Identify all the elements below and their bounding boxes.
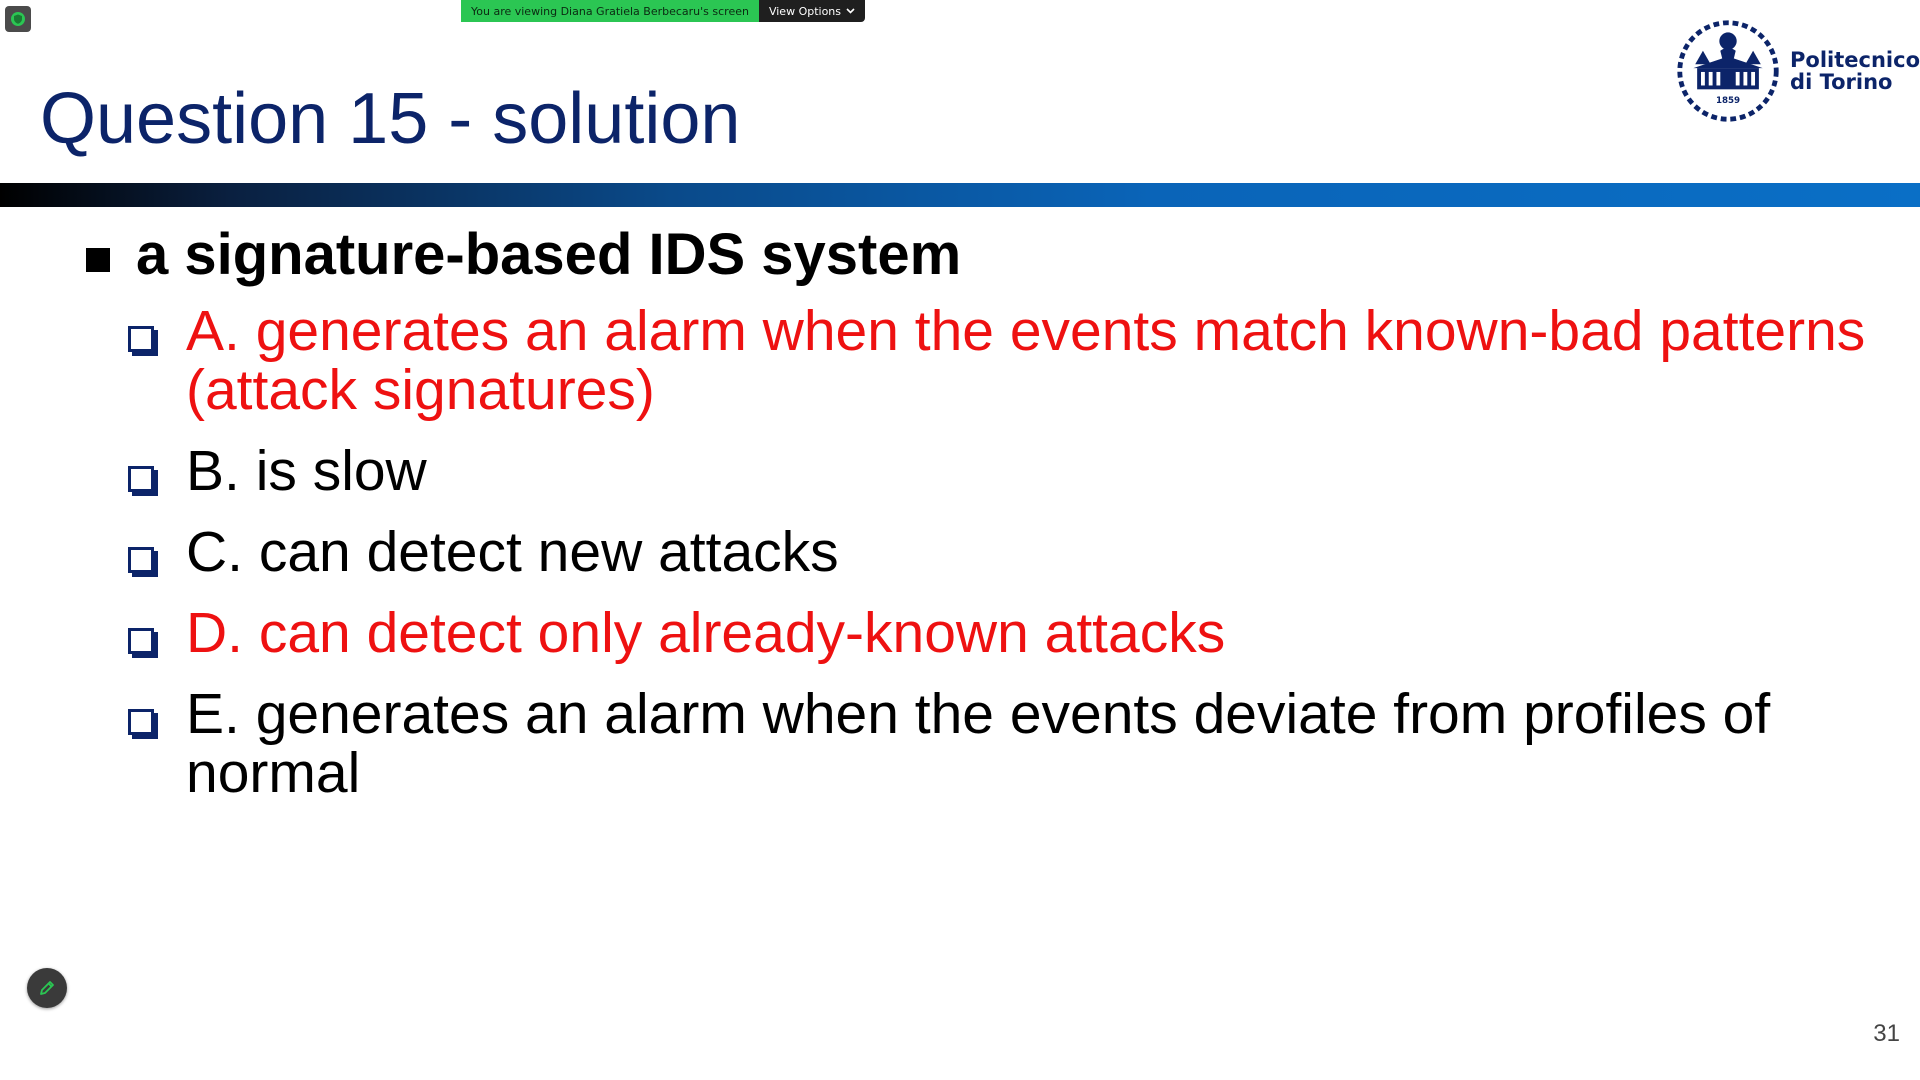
option-text: D. can detect only already-known attacks	[186, 601, 1226, 665]
logo-year: 1859	[1716, 96, 1740, 106]
checkbox-icon	[128, 326, 158, 356]
slide-title: Question 15 - solution	[40, 79, 741, 159]
annotate-button[interactable]	[27, 968, 67, 1008]
chevron-down-icon	[846, 8, 855, 14]
answer-option: D. can detect only already-known attacks	[128, 604, 1888, 663]
title-divider-bar	[0, 183, 1920, 207]
view-options-button[interactable]: View Options	[758, 0, 866, 22]
checkbox-icon	[128, 628, 158, 658]
checkbox-icon	[128, 709, 158, 739]
option-text: B. is slow	[186, 439, 427, 503]
checkbox-icon	[128, 547, 158, 577]
viewing-status-text: You are viewing Diana Gratiela Berbecaru…	[461, 0, 759, 22]
answer-option: B. is slow	[128, 442, 1888, 501]
option-text: C. can detect new attacks	[186, 520, 839, 584]
question-bullet: a signature-based IDS system	[86, 222, 961, 288]
question-text: a signature-based IDS system	[136, 222, 962, 287]
slide-page-number: 31	[1873, 1020, 1900, 1047]
university-seal-icon: 1859	[1677, 20, 1779, 122]
option-text: A. generates an alarm when the events ma…	[186, 299, 1866, 422]
view-options-label: View Options	[768, 4, 842, 18]
option-text: E. generates an alarm when the events de…	[186, 682, 1771, 805]
square-bullet-icon	[86, 248, 110, 272]
pencil-icon	[40, 981, 54, 995]
politecnico-logo: 1859 Politecnico di Torino	[1674, 16, 1920, 126]
checkbox-icon	[128, 466, 158, 496]
logo-line-2: di Torino	[1790, 70, 1893, 94]
screen-share-view: You are viewing Diana Gratiela Berbecaru…	[0, 0, 1920, 1080]
answer-options-list: A. generates an alarm when the events ma…	[128, 302, 1888, 825]
security-shield-icon[interactable]	[5, 6, 31, 32]
answer-option: A. generates an alarm when the events ma…	[128, 302, 1888, 420]
answer-option: E. generates an alarm when the events de…	[128, 685, 1888, 803]
logo-wordmark: Politecnico di Torino	[1790, 49, 1920, 93]
logo-line-1: Politecnico	[1790, 48, 1920, 72]
answer-option: C. can detect new attacks	[128, 523, 1888, 582]
screen-share-banner: You are viewing Diana Gratiela Berbecaru…	[461, 0, 866, 22]
